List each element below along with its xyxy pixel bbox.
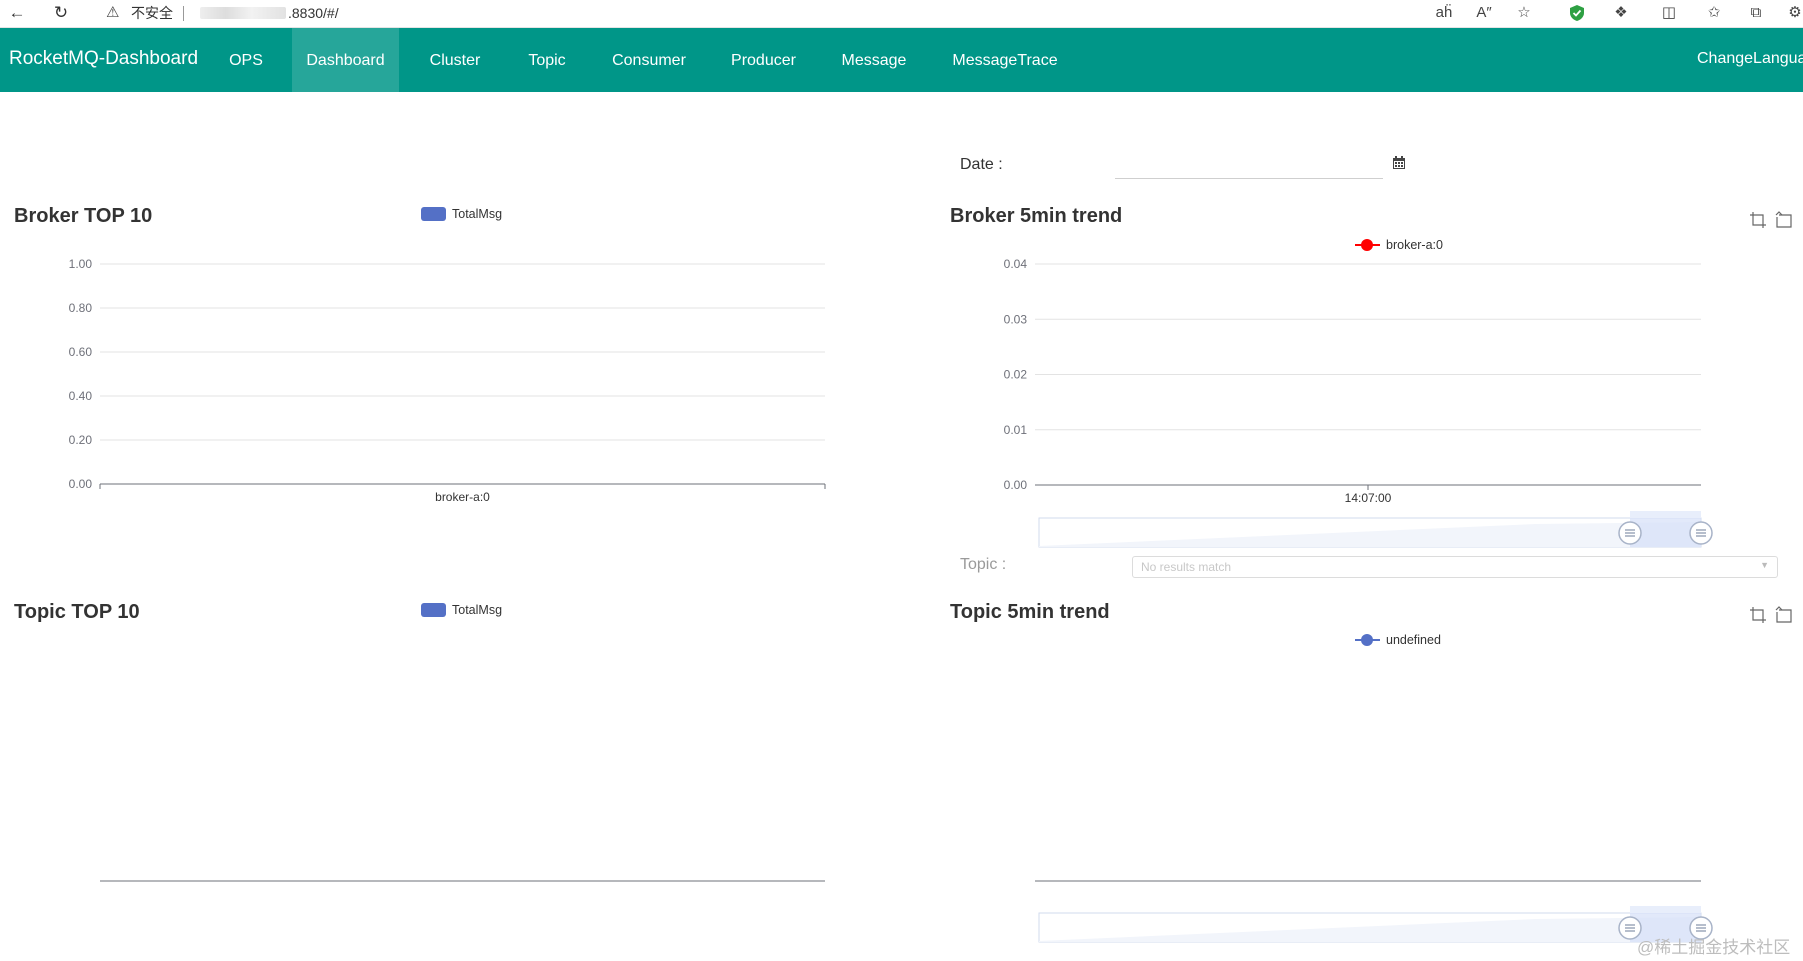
- datazoom-top-bar: [1630, 511, 1701, 518]
- y-tick-label: 0.40: [69, 389, 93, 403]
- nav-message[interactable]: Message: [828, 28, 920, 92]
- nav-ops[interactable]: OPS: [220, 28, 272, 92]
- date-label: Date :: [960, 156, 1003, 173]
- url-host-redacted[interactable]: [200, 7, 286, 19]
- app-navbar: RocketMQ-Dashboard OPS Dashboard Cluster…: [0, 28, 1803, 92]
- read-aloud-icon[interactable]: A″: [1473, 2, 1495, 24]
- security-status[interactable]: 不安全: [131, 4, 173, 22]
- y-tick-label: 0.60: [69, 345, 93, 359]
- topic-5min-chart: [1035, 880, 1713, 943]
- extensions-icon[interactable]: ❖: [1610, 2, 1632, 24]
- topic-top10-title: Topic TOP 10: [14, 601, 140, 623]
- broker-top10-title: Broker TOP 10: [14, 205, 153, 227]
- calendar-icon[interactable]: [1392, 156, 1406, 170]
- y-tick-label: 1.00: [69, 257, 93, 271]
- split-screen-icon[interactable]: ◫: [1658, 2, 1680, 24]
- y-tick-label: 0.80: [69, 301, 93, 315]
- watermark: @稀土掘金技术社区: [1637, 938, 1791, 957]
- back-icon[interactable]: ←: [6, 2, 28, 24]
- nav-messagetrace[interactable]: MessageTrace: [941, 28, 1069, 92]
- x-tick-label: 14:07:00: [1345, 491, 1392, 505]
- topic-select-placeholder: No results match: [1141, 560, 1232, 574]
- zoom-icon[interactable]: [1749, 211, 1767, 229]
- nav-producer[interactable]: Producer: [716, 28, 811, 92]
- y-tick-label: 0.04: [1004, 257, 1028, 271]
- nav-topic[interactable]: Topic: [512, 28, 582, 92]
- topic-5min-title: Topic 5min trend: [950, 601, 1110, 623]
- legend-label: TotalMsg: [452, 603, 503, 617]
- datazoom-top-bar: [1630, 906, 1701, 913]
- nav-cluster[interactable]: Cluster: [420, 28, 490, 92]
- y-tick-label: 0.00: [1004, 478, 1028, 492]
- browser-toolbar: ← ↻ ⚠ 不安全 .8830/#/ aḧ A″ ☆ ❖ ◫ ✩ ⧉ ⚙: [0, 0, 1803, 28]
- profile-icon[interactable]: ⚙: [1784, 2, 1803, 24]
- address-separator: [183, 6, 184, 21]
- date-input[interactable]: [1115, 150, 1383, 179]
- y-tick-label: 0.20: [69, 433, 93, 447]
- topic-label: Topic :: [960, 556, 1007, 573]
- favorite-icon[interactable]: ☆: [1513, 2, 1535, 24]
- brand-logo[interactable]: RocketMQ-Dashboard: [9, 48, 198, 70]
- nav-dashboard[interactable]: Dashboard: [292, 28, 399, 92]
- favorites-icon[interactable]: ✩: [1703, 2, 1725, 24]
- broker-top10-legend[interactable]: TotalMsg: [421, 207, 502, 221]
- x-tick-label: broker-a:0: [435, 490, 490, 504]
- address-url[interactable]: .8830/#/: [288, 4, 339, 22]
- broker-5min-chart: 0.04 0.03 0.02 0.01 0.00 14:07:00: [1004, 257, 1713, 548]
- y-tick-label: 0.00: [69, 477, 93, 491]
- topic-top10-legend[interactable]: TotalMsg: [421, 603, 502, 617]
- y-tick-label: 0.03: [1004, 312, 1028, 326]
- legend-swatch: [421, 207, 446, 221]
- shield-icon[interactable]: [1569, 4, 1585, 22]
- y-tick-label: 0.02: [1004, 368, 1028, 382]
- legend-swatch: [421, 603, 446, 617]
- y-tick-label: 0.01: [1004, 423, 1028, 437]
- nav-consumer[interactable]: Consumer: [599, 28, 699, 92]
- topic-top10-chart: [100, 880, 825, 882]
- collections-icon[interactable]: ⧉: [1745, 2, 1767, 24]
- zoom-reset-icon[interactable]: [1775, 211, 1793, 229]
- legend-label: TotalMsg: [452, 207, 503, 221]
- translate-icon[interactable]: aḧ: [1433, 2, 1455, 24]
- zoom-icon[interactable]: [1749, 606, 1767, 624]
- chevron-down-icon[interactable]: ▼: [1760, 560, 1769, 570]
- topic-select[interactable]: No results match ▼: [1132, 556, 1778, 578]
- broker-top10-chart: 1.00 0.80 0.60 0.40 0.20 0.00 broker-a:0: [69, 257, 826, 504]
- change-language-button[interactable]: ChangeLanguage: [1697, 48, 1803, 70]
- reload-icon[interactable]: ↻: [50, 2, 72, 24]
- zoom-reset-icon[interactable]: [1775, 606, 1793, 624]
- warning-icon[interactable]: ⚠: [106, 2, 119, 24]
- broker-5min-title: Broker 5min trend: [950, 205, 1123, 227]
